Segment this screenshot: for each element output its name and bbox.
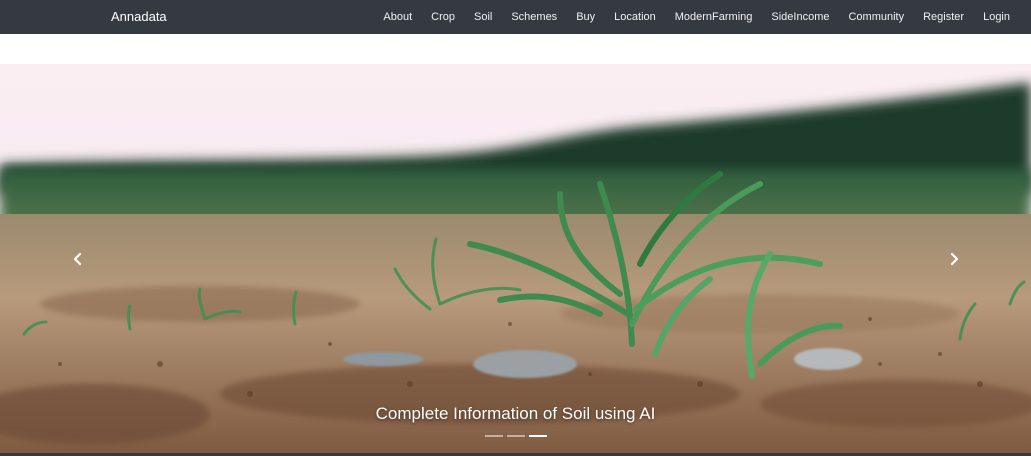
nav-item-modern-farming: ModernFarming [675,0,753,34]
nav-link-schemes[interactable]: Schemes [511,11,557,23]
nav-link-crop[interactable]: Crop [431,11,455,23]
nav-item-register: Register [923,0,964,34]
carousel-next-button[interactable] [939,244,969,274]
nav-link-modern-farming[interactable]: ModernFarming [675,11,753,23]
nav-item-soil: Soil [474,0,492,34]
nav-link-side-income[interactable]: SideIncome [771,11,829,23]
brand-logo-link[interactable]: Annadata [111,0,167,34]
nav-link-register[interactable]: Register [923,11,964,23]
nav-item-location: Location [614,0,656,34]
carousel-indicator-2[interactable] [506,435,525,437]
top-navbar: Annadata About Crop Soil Schemes Buy Loc… [0,0,1031,34]
nav-link-about[interactable]: About [383,11,412,23]
carousel-prev-button[interactable] [63,244,93,274]
nav-item-community: Community [848,0,904,34]
nav-link-location[interactable]: Location [614,11,656,23]
nav-link-login[interactable]: Login [983,11,1010,23]
carousel-indicator-1[interactable] [484,435,503,437]
hero-carousel: Complete Information of Soil using AI [0,64,1031,454]
hero-slide-image [0,64,1031,454]
carousel-caption: Complete Information of Soil using AI [375,404,656,423]
nav-item-about: About [383,0,412,34]
nav-item-login: Login [983,0,1010,34]
nav-links: About Crop Soil Schemes Buy Location Mod… [364,0,1010,34]
nav-link-soil[interactable]: Soil [474,11,492,23]
nav-item-schemes: Schemes [511,0,557,34]
chevron-left-icon [73,252,82,266]
carousel-indicator-3[interactable] [528,435,547,437]
nav-link-community[interactable]: Community [848,11,904,23]
nav-link-buy[interactable]: Buy [576,11,595,23]
nav-item-crop: Crop [431,0,455,34]
carousel-indicators [0,435,1031,437]
nav-item-side-income: SideIncome [771,0,829,34]
nav-item-buy: Buy [576,0,595,34]
chevron-right-icon [950,252,959,266]
